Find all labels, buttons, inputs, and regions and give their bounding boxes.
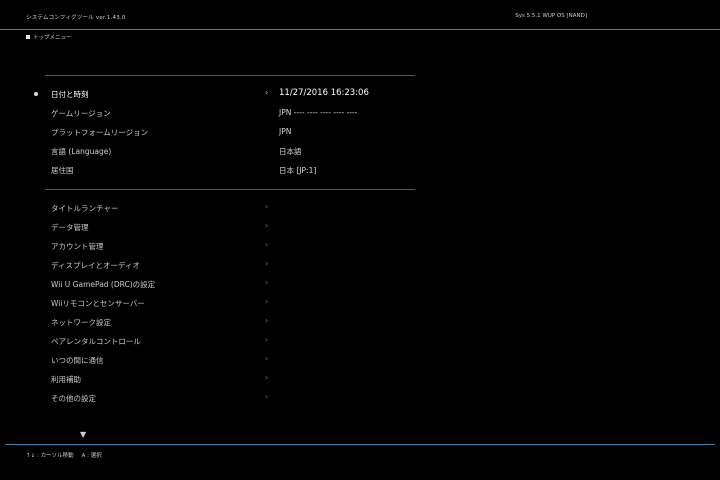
chevron-right-icon: › xyxy=(265,278,269,287)
setting-row-language[interactable]: 言語 (Language) 日本語 xyxy=(51,142,381,158)
setting-value: 日本 [JP:1] xyxy=(279,166,317,175)
chevron-right-icon: › xyxy=(265,202,269,211)
menu-item-other-settings[interactable]: その他の設定 › xyxy=(51,389,381,405)
menu-item-display-audio[interactable]: ディスプレイとオーディオ › xyxy=(51,256,381,272)
setting-label: 居住国 xyxy=(51,166,74,175)
breadcrumb: トップメニュー xyxy=(26,33,72,41)
section-divider-top xyxy=(45,75,415,76)
hint-select: A : 選択 xyxy=(81,453,102,459)
menu-item-accessibility[interactable]: 利用補助 › xyxy=(51,370,381,386)
system-version: Sys 5.5.1 WUP OS [NAND] xyxy=(515,13,587,19)
menu-item-parental-controls[interactable]: ペアレンタルコントロール › xyxy=(51,332,381,348)
menu-item-label: ペアレンタルコントロール xyxy=(51,337,141,346)
title-bar: システムコンフィグツール ver.1.43.0 Sys 5.5.1 WUP OS… xyxy=(0,0,720,30)
chevron-right-icon: › xyxy=(265,221,269,230)
menu-item-label: いつの間に通信 xyxy=(51,356,104,365)
setting-label: 日付と時刻 xyxy=(51,90,89,99)
setting-value: 日本語 xyxy=(279,147,302,156)
setting-row-platform-region[interactable]: プラットフォームリージョン JPN xyxy=(51,123,381,139)
setting-label: プラットフォームリージョン xyxy=(51,128,149,137)
setting-label: ゲームリージョン xyxy=(51,109,111,118)
menu-item-title-launcher[interactable]: タイトルランチャー › xyxy=(51,199,381,215)
menu-item-label: タイトルランチャー xyxy=(51,204,119,213)
menu-item-data-management[interactable]: データ管理 › xyxy=(51,218,381,234)
menu-item-wii-remote-sensor[interactable]: Wiiリモコンとセンサーバー › xyxy=(51,294,381,310)
menu-item-label: アカウント管理 xyxy=(51,242,104,251)
chevron-right-icon: › xyxy=(265,316,269,325)
selection-dot-icon xyxy=(34,92,38,96)
setting-value: JPN ---- ---- ---- ---- ---- xyxy=(279,108,358,117)
menu-item-label: その他の設定 xyxy=(51,394,96,403)
header-divider xyxy=(0,29,720,30)
button-hints: ↑↓ : カーソル移動 A : 選択 xyxy=(26,451,102,459)
setting-value: 11/27/2016 16:23:06 xyxy=(279,88,369,98)
menu-item-label: Wii U GamePad (DRC)の設定 xyxy=(51,280,156,289)
chevron-right-icon: › xyxy=(265,240,269,249)
setting-row-country[interactable]: 居住国 日本 [JP:1] xyxy=(51,161,381,177)
square-icon xyxy=(26,35,30,39)
setting-row-game-region[interactable]: ゲームリージョン JPN ---- ---- ---- ---- ---- xyxy=(51,104,381,120)
chevron-right-icon: › xyxy=(265,335,269,344)
breadcrumb-label: トップメニュー xyxy=(33,35,72,41)
menu-item-account-management[interactable]: アカウント管理 › xyxy=(51,237,381,253)
menu-item-label: ディスプレイとオーディオ xyxy=(51,261,140,270)
menu-item-label: 利用補助 xyxy=(51,375,81,384)
chevron-right-icon: › xyxy=(265,392,269,401)
menu-item-label: データ管理 xyxy=(51,223,89,232)
menu-item-label: Wiiリモコンとセンサーバー xyxy=(51,299,145,308)
setting-row-date-time[interactable]: 日付と時刻 › 11/27/2016 16:23:06 xyxy=(34,85,381,101)
chevron-right-icon: › xyxy=(265,88,269,97)
section-divider-middle xyxy=(45,189,415,190)
footer-divider xyxy=(5,444,715,445)
app-title: システムコンフィグツール ver.1.43.0 xyxy=(26,15,126,21)
setting-label: 言語 (Language) xyxy=(51,147,112,156)
chevron-right-icon: › xyxy=(265,354,269,363)
menu-item-gamepad-settings[interactable]: Wii U GamePad (DRC)の設定 › xyxy=(51,275,381,291)
menu-item-network-settings[interactable]: ネットワーク設定 › xyxy=(51,313,381,329)
menu-item-label: ネットワーク設定 xyxy=(51,318,111,327)
hint-scroll: ↑↓ : カーソル移動 xyxy=(26,453,74,459)
menu-item-spotpass[interactable]: いつの間に通信 › xyxy=(51,351,381,367)
setting-value: JPN xyxy=(279,127,292,136)
chevron-right-icon: › xyxy=(265,259,269,268)
chevron-right-icon: › xyxy=(265,373,269,382)
chevron-right-icon: › xyxy=(265,297,269,306)
scroll-down-icon[interactable]: ▼ xyxy=(80,430,86,439)
